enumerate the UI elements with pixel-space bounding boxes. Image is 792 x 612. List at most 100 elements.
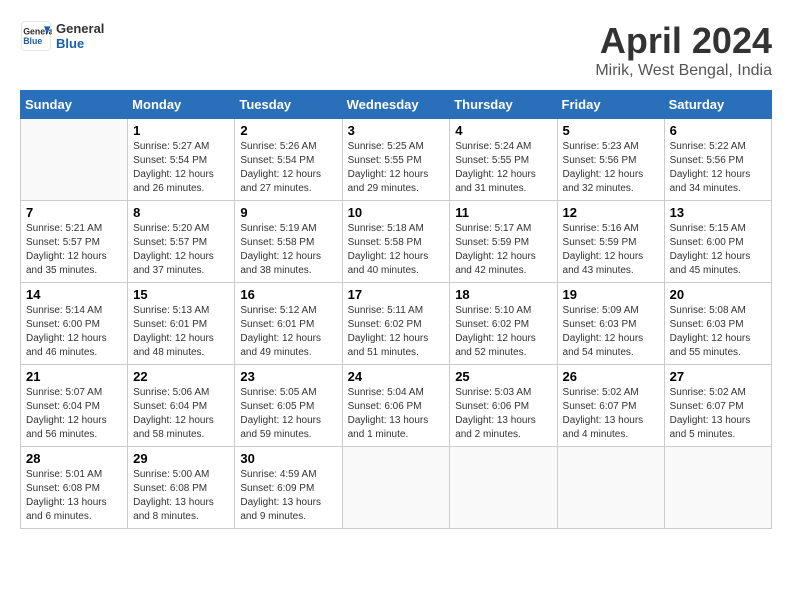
calendar-cell: 22 Sunrise: 5:06 AM Sunset: 6:04 PM Dayli… xyxy=(128,365,235,447)
day-number: 20 xyxy=(670,287,766,302)
logo-text-line2: Blue xyxy=(56,36,104,51)
header-row: SundayMondayTuesdayWednesdayThursdayFrid… xyxy=(21,91,772,119)
calendar-cell: 14 Sunrise: 5:14 AM Sunset: 6:00 PM Dayli… xyxy=(21,283,128,365)
calendar-cell: 25Sunrise: 5:03 AM Sunset: 6:06 PM Dayli… xyxy=(450,365,557,447)
day-info: Sunrise: 5:07 AM Sunset: 6:04 PM Dayligh… xyxy=(26,386,122,442)
day-number: 1 xyxy=(133,123,229,138)
day-number: 12 xyxy=(563,205,659,220)
weekday-header: Monday xyxy=(128,91,235,119)
svg-text:Blue: Blue xyxy=(23,36,42,46)
calendar-cell: 5 Sunrise: 5:23 AM Sunset: 5:56 PM Daylig… xyxy=(557,119,664,201)
calendar-cell: 11Sunrise: 5:17 AM Sunset: 5:59 PM Dayli… xyxy=(450,201,557,283)
day-number: 15 xyxy=(133,287,229,302)
calendar-week-row: 7 Sunrise: 5:21 AM Sunset: 5:57 PM Daylig… xyxy=(21,201,772,283)
day-info: Sunrise: 5:01 AM Sunset: 6:08 PM Dayligh… xyxy=(26,468,122,524)
day-info: Sunrise: 5:27 AM Sunset: 5:54 PM Dayligh… xyxy=(133,140,229,196)
day-number: 26 xyxy=(563,369,659,384)
calendar-cell: 6 Sunrise: 5:22 AM Sunset: 5:56 PM Daylig… xyxy=(664,119,771,201)
calendar-cell: 16 Sunrise: 5:12 AM Sunset: 6:01 PM Dayli… xyxy=(235,283,342,365)
day-number: 21 xyxy=(26,369,122,384)
day-info: Sunrise: 5:18 AM Sunset: 5:58 PM Dayligh… xyxy=(348,222,445,278)
calendar-cell: 28 Sunrise: 5:01 AM Sunset: 6:08 PM Dayli… xyxy=(21,447,128,529)
calendar-cell: 13 Sunrise: 5:15 AM Sunset: 6:00 PM Dayli… xyxy=(664,201,771,283)
calendar-cell xyxy=(21,119,128,201)
day-number: 13 xyxy=(670,205,766,220)
day-info: Sunrise: 5:20 AM Sunset: 5:57 PM Dayligh… xyxy=(133,222,229,278)
calendar-cell: 26 Sunrise: 5:02 AM Sunset: 6:07 PM Dayli… xyxy=(557,365,664,447)
calendar-cell: 24 Sunrise: 5:04 AM Sunset: 6:06 PM Dayli… xyxy=(342,365,450,447)
day-number: 8 xyxy=(133,205,229,220)
calendar-cell: 15 Sunrise: 5:13 AM Sunset: 6:01 PM Dayli… xyxy=(128,283,235,365)
calendar-cell: 12 Sunrise: 5:16 AM Sunset: 5:59 PM Dayli… xyxy=(557,201,664,283)
calendar-cell xyxy=(664,447,771,529)
calendar-cell: 1 Sunrise: 5:27 AM Sunset: 5:54 PM Daylig… xyxy=(128,119,235,201)
day-info: Sunrise: 4:59 AM Sunset: 6:09 PM Dayligh… xyxy=(240,468,336,524)
day-number: 24 xyxy=(348,369,445,384)
day-number: 3 xyxy=(348,123,445,138)
day-info: Sunrise: 5:22 AM Sunset: 5:56 PM Dayligh… xyxy=(670,140,766,196)
logo-icon: General Blue xyxy=(20,20,52,52)
day-info: Sunrise: 5:03 AM Sunset: 6:06 PM Dayligh… xyxy=(455,386,551,442)
calendar-cell: 7 Sunrise: 5:21 AM Sunset: 5:57 PM Daylig… xyxy=(21,201,128,283)
calendar-cell: 20 Sunrise: 5:08 AM Sunset: 6:03 PM Dayli… xyxy=(664,283,771,365)
calendar-cell: 18Sunrise: 5:10 AM Sunset: 6:02 PM Dayli… xyxy=(450,283,557,365)
day-info: Sunrise: 5:26 AM Sunset: 5:54 PM Dayligh… xyxy=(240,140,336,196)
subtitle: Mirik, West Bengal, India xyxy=(595,62,772,80)
calendar-cell: 27Sunrise: 5:02 AM Sunset: 6:07 PM Dayli… xyxy=(664,365,771,447)
main-title: April 2024 xyxy=(595,20,772,62)
calendar-cell: 30 Sunrise: 4:59 AM Sunset: 6:09 PM Dayli… xyxy=(235,447,342,529)
day-info: Sunrise: 5:21 AM Sunset: 5:57 PM Dayligh… xyxy=(26,222,122,278)
day-number: 14 xyxy=(26,287,122,302)
calendar-cell: 29Sunrise: 5:00 AM Sunset: 6:08 PM Dayli… xyxy=(128,447,235,529)
weekday-header: Thursday xyxy=(450,91,557,119)
day-number: 28 xyxy=(26,451,122,466)
day-number: 6 xyxy=(670,123,766,138)
calendar-table: SundayMondayTuesdayWednesdayThursdayFrid… xyxy=(20,90,772,529)
weekday-header: Friday xyxy=(557,91,664,119)
day-info: Sunrise: 5:25 AM Sunset: 5:55 PM Dayligh… xyxy=(348,140,445,196)
weekday-header: Tuesday xyxy=(235,91,342,119)
day-number: 17 xyxy=(348,287,445,302)
day-number: 7 xyxy=(26,205,122,220)
calendar-cell xyxy=(450,447,557,529)
day-info: Sunrise: 5:12 AM Sunset: 6:01 PM Dayligh… xyxy=(240,304,336,360)
logo: General Blue General Blue xyxy=(20,20,104,52)
calendar-cell xyxy=(557,447,664,529)
calendar-cell: 4Sunrise: 5:24 AM Sunset: 5:55 PM Daylig… xyxy=(450,119,557,201)
day-info: Sunrise: 5:10 AM Sunset: 6:02 PM Dayligh… xyxy=(455,304,551,360)
day-info: Sunrise: 5:11 AM Sunset: 6:02 PM Dayligh… xyxy=(348,304,445,360)
calendar-cell: 8 Sunrise: 5:20 AM Sunset: 5:57 PM Daylig… xyxy=(128,201,235,283)
calendar-cell: 2Sunrise: 5:26 AM Sunset: 5:54 PM Daylig… xyxy=(235,119,342,201)
calendar-cell xyxy=(342,447,450,529)
day-info: Sunrise: 5:04 AM Sunset: 6:06 PM Dayligh… xyxy=(348,386,445,442)
day-number: 22 xyxy=(133,369,229,384)
calendar-week-row: 14 Sunrise: 5:14 AM Sunset: 6:00 PM Dayli… xyxy=(21,283,772,365)
day-info: Sunrise: 5:19 AM Sunset: 5:58 PM Dayligh… xyxy=(240,222,336,278)
day-info: Sunrise: 5:14 AM Sunset: 6:00 PM Dayligh… xyxy=(26,304,122,360)
day-number: 16 xyxy=(240,287,336,302)
day-info: Sunrise: 5:00 AM Sunset: 6:08 PM Dayligh… xyxy=(133,468,229,524)
day-info: Sunrise: 5:02 AM Sunset: 6:07 PM Dayligh… xyxy=(563,386,659,442)
day-number: 5 xyxy=(563,123,659,138)
calendar-cell: 3 Sunrise: 5:25 AM Sunset: 5:55 PM Daylig… xyxy=(342,119,450,201)
day-info: Sunrise: 5:02 AM Sunset: 6:07 PM Dayligh… xyxy=(670,386,766,442)
calendar-week-row: 1 Sunrise: 5:27 AM Sunset: 5:54 PM Daylig… xyxy=(21,119,772,201)
weekday-header: Saturday xyxy=(664,91,771,119)
day-number: 30 xyxy=(240,451,336,466)
day-number: 4 xyxy=(455,123,551,138)
day-info: Sunrise: 5:15 AM Sunset: 6:00 PM Dayligh… xyxy=(670,222,766,278)
calendar-cell: 9 Sunrise: 5:19 AM Sunset: 5:58 PM Daylig… xyxy=(235,201,342,283)
day-number: 9 xyxy=(240,205,336,220)
logo-text-line1: General xyxy=(56,21,104,36)
day-number: 23 xyxy=(240,369,336,384)
calendar-week-row: 28 Sunrise: 5:01 AM Sunset: 6:08 PM Dayli… xyxy=(21,447,772,529)
day-info: Sunrise: 5:23 AM Sunset: 5:56 PM Dayligh… xyxy=(563,140,659,196)
day-info: Sunrise: 5:17 AM Sunset: 5:59 PM Dayligh… xyxy=(455,222,551,278)
calendar-cell: 19Sunrise: 5:09 AM Sunset: 6:03 PM Dayli… xyxy=(557,283,664,365)
day-number: 19 xyxy=(563,287,659,302)
day-info: Sunrise: 5:06 AM Sunset: 6:04 PM Dayligh… xyxy=(133,386,229,442)
day-info: Sunrise: 5:08 AM Sunset: 6:03 PM Dayligh… xyxy=(670,304,766,360)
calendar-cell: 10Sunrise: 5:18 AM Sunset: 5:58 PM Dayli… xyxy=(342,201,450,283)
day-info: Sunrise: 5:13 AM Sunset: 6:01 PM Dayligh… xyxy=(133,304,229,360)
day-info: Sunrise: 5:16 AM Sunset: 5:59 PM Dayligh… xyxy=(563,222,659,278)
